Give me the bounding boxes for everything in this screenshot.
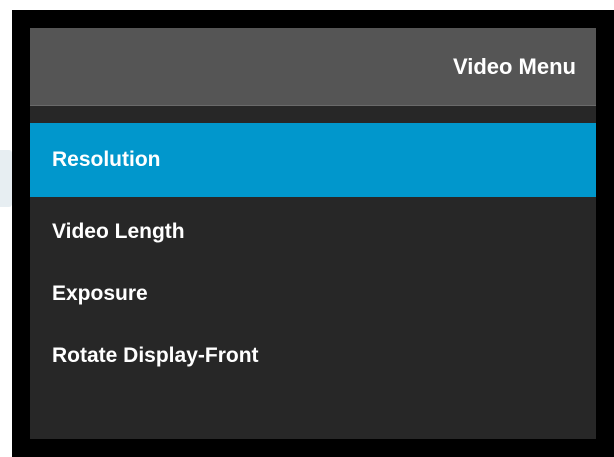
menu-item-video-length[interactable]: Video Length: [30, 201, 596, 263]
menu-item-label: Video Length: [52, 220, 185, 243]
menu-item-exposure[interactable]: Exposure: [30, 263, 596, 325]
menu-item-resolution[interactable]: Resolution: [30, 123, 596, 197]
menu-item-label: Resolution: [52, 148, 161, 171]
device-screen-bezel: Video Menu Resolution Video Length Expos…: [12, 10, 614, 457]
video-menu-list: Resolution Video Length Exposure Rotate …: [30, 123, 596, 387]
menu-item-label: Rotate Display-Front: [52, 344, 259, 367]
side-tab-decoration: [0, 150, 12, 207]
menu-screen: Video Menu Resolution Video Length Expos…: [30, 28, 596, 439]
menu-item-label: Exposure: [52, 282, 148, 305]
menu-item-rotate-display-front[interactable]: Rotate Display-Front: [30, 325, 596, 387]
menu-header: Video Menu: [30, 28, 596, 106]
menu-title: Video Menu: [452, 54, 576, 79]
